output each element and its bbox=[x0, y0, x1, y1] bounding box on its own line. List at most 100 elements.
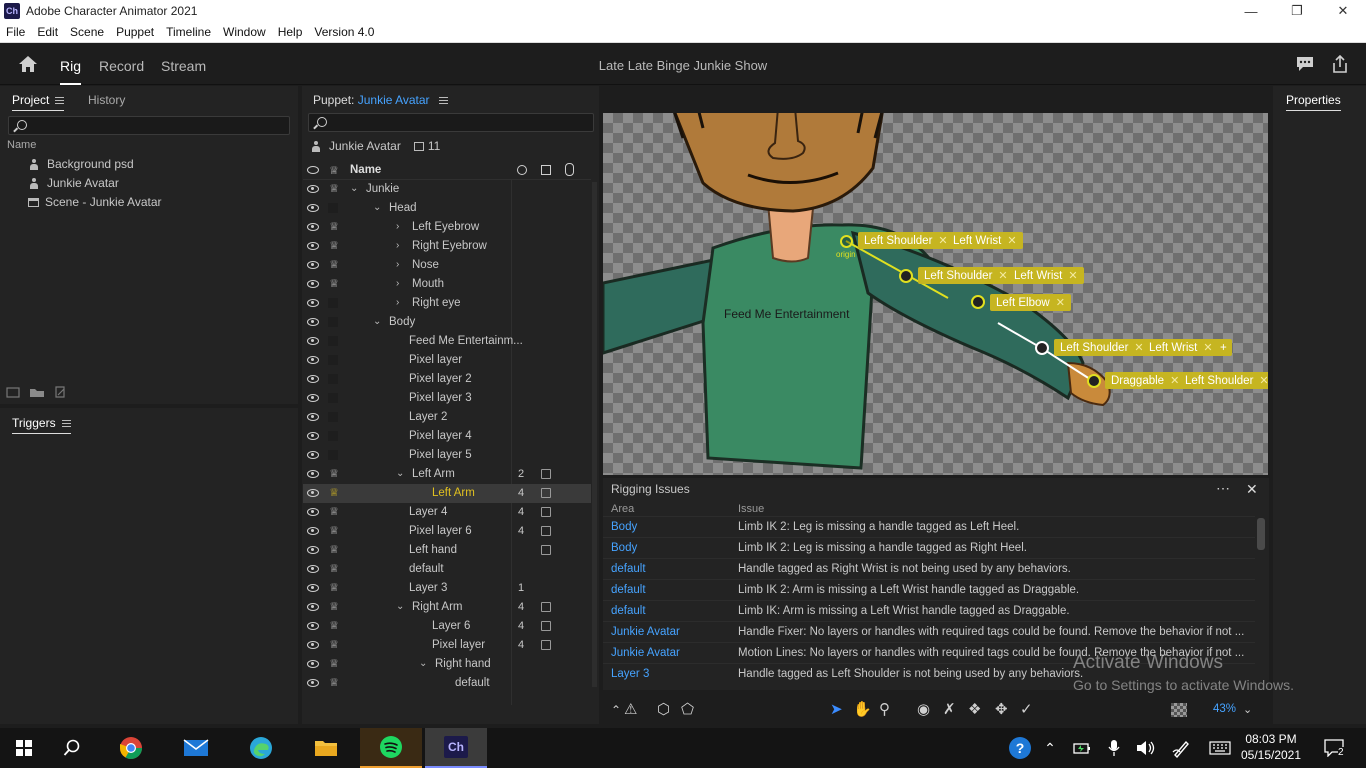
tab-triggers[interactable]: Triggers bbox=[12, 416, 71, 434]
tree-row[interactable]: ♕ default bbox=[303, 560, 591, 579]
issue-area-link[interactable]: Body bbox=[611, 542, 637, 554]
tree-row[interactable]: ♕ default bbox=[303, 674, 591, 693]
crown-icon[interactable]: ♕ bbox=[328, 507, 340, 518]
chevron-right-icon[interactable]: › bbox=[396, 259, 399, 270]
crown-icon[interactable]: ♕ bbox=[328, 488, 340, 499]
visibility-eye-icon[interactable] bbox=[307, 565, 319, 573]
crown-icon[interactable]: ♕ bbox=[328, 279, 340, 290]
transparency-grid-icon[interactable] bbox=[1171, 703, 1187, 717]
character-animator-taskbar-button[interactable]: Ch bbox=[425, 728, 487, 768]
draggable-handle[interactable] bbox=[1087, 374, 1101, 388]
camera-input-icon[interactable] bbox=[541, 621, 551, 631]
independent-toggle[interactable] bbox=[328, 431, 338, 441]
puppet-search-input[interactable] bbox=[308, 113, 594, 132]
visibility-eye-icon[interactable] bbox=[307, 242, 319, 250]
chevron-up-icon[interactable]: ⌃ bbox=[611, 702, 621, 718]
list-item[interactable]: Junkie Avatar bbox=[30, 174, 119, 192]
visibility-eye-icon[interactable] bbox=[307, 603, 319, 611]
handle-tag[interactable]: Left Wrist ✕ bbox=[947, 232, 1023, 249]
elbow-handle[interactable] bbox=[971, 295, 985, 309]
menu-scene[interactable]: Scene bbox=[64, 25, 110, 39]
remove-tag-icon[interactable]: ✕ bbox=[998, 269, 1007, 282]
visibility-eye-icon[interactable] bbox=[307, 261, 319, 269]
crown-icon[interactable]: ♕ bbox=[328, 621, 340, 632]
remove-tag-icon[interactable]: ✕ bbox=[1259, 374, 1268, 387]
independent-toggle[interactable] bbox=[328, 298, 338, 308]
tab-properties[interactable]: Properties bbox=[1286, 93, 1341, 111]
visibility-eye-icon[interactable] bbox=[307, 204, 319, 212]
spotify-taskbar-button[interactable] bbox=[360, 728, 422, 768]
visibility-eye-icon[interactable] bbox=[307, 223, 319, 231]
touch-keyboard-tray-button[interactable] bbox=[1198, 728, 1242, 768]
handle-tag[interactable]: Draggable ✕ bbox=[1105, 372, 1186, 389]
visibility-eye-icon[interactable] bbox=[307, 394, 319, 402]
visibility-eye-icon[interactable] bbox=[307, 508, 319, 516]
visibility-eye-icon[interactable] bbox=[307, 641, 319, 649]
issue-area-link[interactable]: default bbox=[611, 584, 646, 596]
tree-row[interactable]: Pixel layer 3 bbox=[303, 389, 591, 408]
more-options-icon[interactable]: ⋯ bbox=[1216, 480, 1231, 497]
issue-area-link[interactable]: Junkie Avatar bbox=[611, 626, 680, 638]
tree-row[interactable]: Pixel layer 5 bbox=[303, 446, 591, 465]
tree-row[interactable]: ♕ Left hand bbox=[303, 541, 591, 560]
rig-canvas[interactable]: Feed Me Entertainment origin Left Should… bbox=[603, 113, 1268, 475]
independent-toggle[interactable] bbox=[328, 317, 338, 327]
crown-icon[interactable]: ♕ bbox=[328, 526, 340, 537]
menu-window[interactable]: Window bbox=[217, 25, 272, 39]
chevron-right-icon[interactable]: › bbox=[396, 278, 399, 289]
tree-row[interactable]: ♕ Layer 4 4 bbox=[303, 503, 591, 522]
visibility-eye-icon[interactable] bbox=[307, 622, 319, 630]
visibility-eye-icon[interactable] bbox=[307, 318, 319, 326]
crown-icon[interactable]: ♕ bbox=[328, 583, 340, 594]
issue-area-link[interactable]: Junkie Avatar bbox=[611, 647, 680, 659]
mesh-icon[interactable]: ⬡ bbox=[657, 702, 670, 718]
chevron-down-icon[interactable]: ⌄ bbox=[350, 183, 358, 194]
issues-scrollbar[interactable] bbox=[1257, 518, 1265, 550]
visibility-eye-icon[interactable] bbox=[307, 679, 319, 687]
list-item[interactable]: Background psd bbox=[30, 155, 134, 173]
table-row[interactable]: Body Limb IK 2: Leg is missing a handle t… bbox=[603, 516, 1255, 537]
chevron-down-icon[interactable]: ⌄ bbox=[396, 468, 404, 479]
tab-rig[interactable]: Rig bbox=[60, 58, 82, 85]
visibility-eye-icon[interactable] bbox=[307, 660, 319, 668]
zoom-dropdown-icon[interactable]: ⌄ bbox=[1243, 702, 1252, 718]
tree-row[interactable]: ♕ Pixel layer 4 bbox=[303, 636, 591, 655]
menu-file[interactable]: File bbox=[0, 25, 31, 39]
tab-project[interactable]: Project bbox=[12, 93, 65, 111]
hand-tool-icon[interactable]: ✋ bbox=[853, 702, 872, 718]
table-row[interactable]: Junkie Avatar Handle Fixer: No layers or … bbox=[603, 621, 1255, 642]
chevron-down-icon[interactable]: ⌄ bbox=[419, 658, 427, 669]
shoulder-handle[interactable] bbox=[899, 269, 913, 283]
close-panel-button[interactable]: ✕ bbox=[1246, 481, 1258, 498]
table-row[interactable]: default Limb IK: Arm is missing a Left Wr… bbox=[603, 600, 1255, 621]
menu-help[interactable]: Help bbox=[272, 25, 309, 39]
tree-row[interactable]: Pixel layer 4 bbox=[303, 427, 591, 446]
crown-icon[interactable]: ♕ bbox=[328, 659, 340, 670]
system-clock[interactable]: 08:03 PM 05/15/2021 bbox=[1240, 731, 1302, 763]
file-explorer-taskbar-button[interactable] bbox=[302, 728, 350, 768]
tree-row[interactable]: ♕ ⌄ Junkie bbox=[303, 180, 591, 199]
remove-tag-icon[interactable]: ✕ bbox=[1170, 374, 1179, 387]
handle-tag[interactable]: Left Shoulder ✕ bbox=[858, 232, 954, 249]
project-search-input[interactable] bbox=[8, 116, 290, 135]
tree-row[interactable]: ♕ Pixel layer 6 4 bbox=[303, 522, 591, 541]
mail-taskbar-button[interactable] bbox=[172, 728, 220, 768]
camera-input-icon[interactable] bbox=[541, 488, 551, 498]
tree-row[interactable]: ♕ ⌄ Right hand bbox=[303, 655, 591, 674]
tree-row[interactable]: ♕ ⌄ Left Arm 2 bbox=[303, 465, 591, 484]
crown-icon[interactable]: ♕ bbox=[328, 545, 340, 556]
remove-tag-icon[interactable]: ✕ bbox=[1068, 269, 1077, 282]
action-center-button[interactable]: 2 bbox=[1312, 728, 1356, 768]
independent-toggle[interactable] bbox=[328, 203, 338, 213]
list-item[interactable]: Scene - Junkie Avatar bbox=[28, 193, 162, 211]
camera-input-icon[interactable] bbox=[541, 602, 551, 612]
menu-edit[interactable]: Edit bbox=[31, 25, 64, 39]
table-row[interactable]: default Limb IK 2: Arm is missing a Left … bbox=[603, 579, 1255, 600]
crown-icon[interactable]: ♕ bbox=[328, 222, 340, 233]
handle-tag[interactable]: Left Wrist ✕ bbox=[1008, 267, 1084, 284]
issue-area-link[interactable]: default bbox=[611, 563, 646, 575]
table-row[interactable]: Body Limb IK 2: Leg is missing a handle t… bbox=[603, 537, 1255, 558]
menu-timeline[interactable]: Timeline bbox=[160, 25, 217, 39]
tree-row[interactable]: Feed Me Entertainm... bbox=[303, 332, 591, 351]
crown-icon[interactable]: ♕ bbox=[328, 564, 340, 575]
